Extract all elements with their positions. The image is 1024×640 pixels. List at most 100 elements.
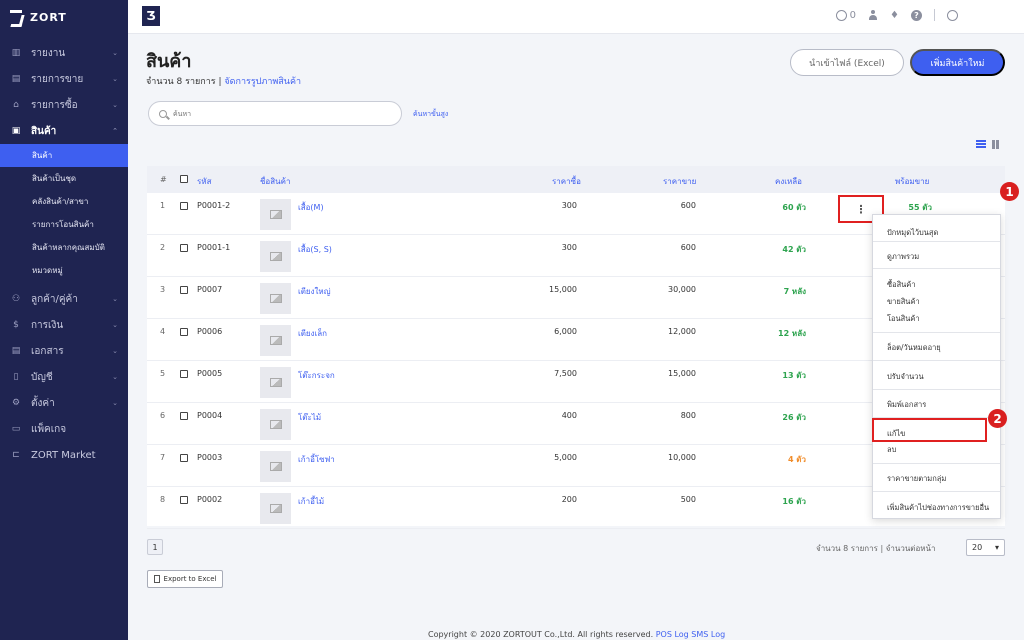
box-icon: ▣ bbox=[11, 126, 21, 136]
col-name[interactable]: ชื่อสินค้า bbox=[260, 175, 290, 188]
sidebar-item-documents[interactable]: ▤ เอกสาร ⌄ bbox=[0, 338, 128, 364]
sell-price: 12,000 bbox=[668, 327, 696, 336]
list-view-icon[interactable] bbox=[976, 140, 986, 148]
product-name-link[interactable]: เสื้อ(M) bbox=[298, 201, 324, 214]
grid-view-icon[interactable] bbox=[992, 140, 1002, 149]
sidebar-item-sales[interactable]: ▤ รายการขาย ⌄ bbox=[0, 66, 128, 92]
sidebar-item-market[interactable]: ⊏ ZORT Market bbox=[0, 442, 128, 468]
pagination-info: จำนวน 8 รายการ | จำนวนต่อหน้า bbox=[816, 544, 936, 553]
product-name-link[interactable]: เก้าอี้ไม้ bbox=[298, 495, 324, 508]
sell-price: 30,000 bbox=[668, 285, 696, 294]
ledger-icon: ▯ bbox=[13, 372, 19, 382]
account-icon[interactable] bbox=[947, 9, 958, 21]
chevron-down-icon: ⌄ bbox=[112, 101, 118, 109]
menu-overview[interactable]: ดูภาพรวม bbox=[887, 251, 919, 263]
menu-lot-expiry[interactable]: ล็อต/วันหมดอายุ bbox=[887, 342, 941, 354]
footer-link-log[interactable]: Log bbox=[674, 630, 688, 639]
page-1-button[interactable]: 1 bbox=[147, 539, 163, 555]
stock-qty: 42 ตัว bbox=[782, 245, 806, 254]
buy-price: 7,500 bbox=[554, 369, 577, 378]
product-code: P0002 bbox=[197, 495, 223, 504]
select-all-checkbox[interactable] bbox=[180, 175, 188, 183]
sidebar-subitem-warehouses[interactable]: คลังสินค้า/สาขา bbox=[0, 190, 128, 213]
zort-logo-icon[interactable]: Ʒ bbox=[142, 6, 160, 26]
menu-sell[interactable]: ขายสินค้า bbox=[887, 296, 920, 308]
search-box[interactable] bbox=[148, 101, 402, 126]
sell-price: 15,000 bbox=[668, 369, 696, 378]
col-sell[interactable]: ราคาขาย bbox=[663, 175, 696, 188]
coin-counter[interactable]: 0 bbox=[835, 9, 856, 21]
product-name-link[interactable]: เสื้อ(S, S) bbox=[298, 243, 332, 256]
add-product-button[interactable]: เพิ่มสินค้าใหม่ bbox=[910, 49, 1005, 76]
chevron-down-icon: ⌄ bbox=[112, 347, 118, 355]
manage-images-link[interactable]: จัดการรูปภาพสินค้า bbox=[224, 77, 301, 87]
export-excel-button[interactable]: Export to Excel bbox=[147, 570, 223, 588]
sidebar-item-package[interactable]: ▭ แพ็คเกจ bbox=[0, 416, 128, 442]
user-icon[interactable] bbox=[868, 10, 878, 20]
product-name-link[interactable]: เตียงเล็ก bbox=[298, 327, 327, 340]
sidebar-item-purchases[interactable]: ⌂ รายการซื้อ ⌄ bbox=[0, 92, 128, 118]
divider bbox=[934, 9, 935, 21]
sidebar-item-products[interactable]: ▣ สินค้า ⌃ bbox=[0, 118, 128, 144]
row-number: 2 bbox=[160, 243, 166, 252]
gear-icon: ⚙ bbox=[11, 398, 21, 408]
buy-price: 200 bbox=[561, 495, 577, 504]
sidebar-subitem-categories[interactable]: หมวดหมู่ bbox=[0, 259, 128, 282]
menu-group-price[interactable]: ราคาขายตามกลุ่ม bbox=[887, 473, 946, 485]
buy-price: 15,000 bbox=[549, 285, 577, 294]
brand-logo[interactable]: ZORT bbox=[0, 0, 128, 34]
menu-buy[interactable]: ซื้อสินค้า bbox=[887, 279, 916, 291]
bell-icon[interactable]: ♦ bbox=[890, 10, 899, 21]
advanced-search-link[interactable]: ค้นหาขั้นสูง bbox=[413, 109, 448, 120]
sidebar-item-accounting[interactable]: ▯ บัญชี ⌄ bbox=[0, 364, 128, 390]
sidebar-item-report[interactable]: ▥ รายงาน ⌄ bbox=[0, 40, 128, 66]
image-placeholder-icon bbox=[260, 409, 291, 440]
row-checkbox[interactable] bbox=[180, 244, 188, 252]
per-page-select[interactable]: 20 ▾ bbox=[966, 539, 1005, 556]
row-actions-menu: ปักหมุดไว้บนสุด ดูภาพรวม ซื้อสินค้า ขายส… bbox=[872, 214, 1001, 519]
image-placeholder-icon bbox=[260, 367, 291, 398]
stock-qty: 16 ตัว bbox=[782, 497, 806, 506]
row-checkbox[interactable] bbox=[180, 328, 188, 336]
sidebar-item-contacts[interactable]: ⚇ ลูกค้า/คู่ค้า ⌄ bbox=[0, 286, 128, 312]
col-ready[interactable]: พร้อมขาย bbox=[895, 175, 929, 188]
col-code[interactable]: รหัส bbox=[197, 175, 211, 188]
menu-add-channel[interactable]: เพิ่มสินค้าไปช่องทางการขายอื่น bbox=[887, 502, 989, 514]
menu-print[interactable]: พิมพ์เอกสาร bbox=[887, 399, 926, 411]
image-placeholder-icon bbox=[260, 241, 291, 272]
col-stock[interactable]: คงเหลือ bbox=[775, 175, 802, 188]
footer: Copyright © 2020 ZORTOUT Co.,Ltd. All ri… bbox=[428, 630, 726, 639]
import-excel-button[interactable]: นำเข้าไฟล์ (Excel) bbox=[790, 49, 904, 76]
footer-link-sms-log[interactable]: SMS Log bbox=[691, 630, 725, 639]
chevron-up-icon: ⌃ bbox=[112, 127, 118, 135]
sidebar-subitem-bundles[interactable]: สินค้าเป็นชุด bbox=[0, 167, 128, 190]
product-name-link[interactable]: โต๊ะกระจก bbox=[298, 369, 335, 382]
col-buy[interactable]: ราคาซื้อ bbox=[552, 175, 581, 188]
sidebar-subitem-transfers[interactable]: รายการโอนสินค้า bbox=[0, 213, 128, 236]
sidebar-item-settings[interactable]: ⚙ ตั้งค่า ⌄ bbox=[0, 390, 128, 416]
row-checkbox[interactable] bbox=[180, 286, 188, 294]
stock-qty: 12 หลัง bbox=[778, 329, 806, 338]
sidebar-item-finance[interactable]: $ การเงิน ⌄ bbox=[0, 312, 128, 338]
row-checkbox[interactable] bbox=[180, 412, 188, 420]
product-name-link[interactable]: เก้าอี้โซฟา bbox=[298, 453, 335, 466]
stock-qty: 13 ตัว bbox=[782, 371, 806, 380]
row-checkbox[interactable] bbox=[180, 202, 188, 210]
menu-delete[interactable]: ลบ bbox=[887, 444, 896, 456]
image-placeholder-icon bbox=[260, 283, 291, 314]
search-input[interactable] bbox=[173, 109, 373, 118]
menu-transfer[interactable]: โอนสินค้า bbox=[887, 313, 920, 325]
help-icon[interactable]: ? bbox=[911, 9, 922, 21]
sidebar-subitem-products[interactable]: สินค้า bbox=[0, 144, 128, 167]
row-checkbox[interactable] bbox=[180, 370, 188, 378]
footer-link-pos[interactable]: POS bbox=[656, 630, 672, 639]
product-name-link[interactable]: โต๊ะไม้ bbox=[298, 411, 321, 424]
menu-adjust-qty[interactable]: ปรับจำนวน bbox=[887, 371, 924, 383]
menu-pin-top[interactable]: ปักหมุดไว้บนสุด bbox=[887, 227, 938, 239]
sidebar-subitem-variants[interactable]: สินค้าหลากคุณสมบัติ bbox=[0, 236, 128, 259]
row-checkbox[interactable] bbox=[180, 454, 188, 462]
row-checkbox[interactable] bbox=[180, 496, 188, 504]
row-number: 3 bbox=[160, 285, 166, 294]
product-name-link[interactable]: เตียงใหญ่ bbox=[298, 285, 331, 298]
brand-name: ZORT bbox=[30, 10, 67, 24]
